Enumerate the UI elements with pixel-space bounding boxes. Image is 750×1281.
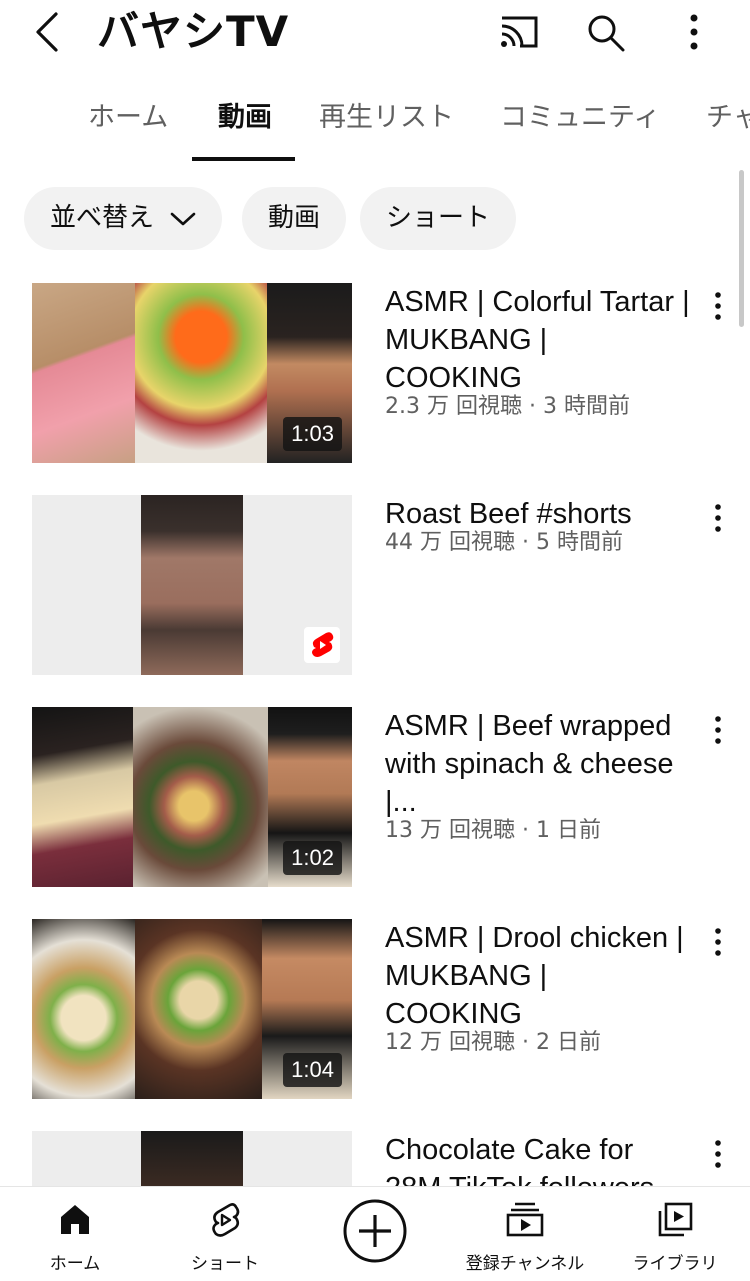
video-thumbnail[interactable]: 1:03 [32, 283, 352, 463]
tab-channels[interactable]: チャ [706, 100, 750, 136]
tab-home[interactable]: ホーム [88, 100, 168, 136]
shorts-icon [212, 1203, 240, 1237]
shorts-chip[interactable]: ショート [360, 187, 517, 250]
shorts-badge-icon [304, 627, 340, 663]
more-vert-icon[interactable] [706, 503, 730, 533]
nav-library[interactable]: ライブラリ [600, 1187, 750, 1281]
video-meta: 2.3 万 回視聴 · 3 時間前 [385, 394, 630, 419]
nav-library-label: ライブラリ [632, 1254, 718, 1274]
video-title[interactable]: ASMR | Drool chicken | MUKBANG | COOKING [385, 919, 690, 1033]
nav-subscriptions-label: 登録チャンネル [465, 1254, 585, 1274]
video-thumbnail[interactable]: 1:02 [32, 707, 352, 887]
nav-shorts[interactable]: ショート [150, 1187, 300, 1281]
create-icon [343, 1199, 407, 1263]
nav-shorts-label: ショート [191, 1254, 259, 1274]
duration-badge: 1:03 [283, 417, 342, 451]
video-title[interactable]: Roast Beef #shorts [385, 495, 690, 533]
back-arrow-icon[interactable] [28, 10, 68, 54]
subscriptions-icon [506, 1202, 544, 1237]
video-meta: 12 万 回視聴 · 2 日前 [385, 1030, 601, 1055]
duration-badge: 1:02 [283, 841, 342, 875]
nav-create[interactable] [300, 1187, 450, 1281]
video-item[interactable]: 1:02 ASMR | Beef wrapped with spinach & … [0, 707, 750, 897]
video-item[interactable]: 1:03 ASMR | Colorful Tartar | MUKBANG | … [0, 283, 750, 473]
sort-chip-label: 並べ替え [50, 203, 155, 233]
active-tab-indicator [192, 157, 295, 161]
tab-videos[interactable]: 動画 [218, 100, 272, 136]
video-item[interactable]: 1:04 ASMR | Drool chicken | MUKBANG | CO… [0, 919, 750, 1109]
library-icon [658, 1202, 693, 1237]
more-vert-icon[interactable] [706, 927, 730, 957]
bottom-navigation: ホーム ショート 登録チャンネル ライブラリ [0, 1186, 750, 1281]
chevron-down-icon [170, 212, 196, 225]
video-title[interactable]: ASMR | Beef wrapped with spinach & chees… [385, 707, 690, 821]
video-thumbnail[interactable]: 1:04 [32, 919, 352, 1099]
top-app-bar: バヤシTV [0, 0, 750, 70]
home-icon [61, 1205, 89, 1234]
nav-subscriptions[interactable]: 登録チャンネル [450, 1187, 600, 1281]
more-vert-icon[interactable] [706, 1139, 730, 1169]
nav-home-label: ホーム [49, 1254, 101, 1274]
video-meta: 44 万 回視聴 · 5 時間前 [385, 530, 623, 555]
more-vert-icon[interactable] [706, 715, 730, 745]
tab-playlists[interactable]: 再生リスト [319, 100, 454, 136]
more-vert-icon[interactable] [672, 12, 716, 52]
tab-community[interactable]: コミュニティ [500, 100, 660, 136]
sort-chip[interactable]: 並べ替え [24, 187, 223, 250]
video-title[interactable]: ASMR | Colorful Tartar | MUKBANG | COOKI… [385, 283, 690, 397]
video-item[interactable]: Roast Beef #shorts 44 万 回視聴 · 5 時間前 [0, 495, 750, 685]
nav-home[interactable]: ホーム [0, 1187, 150, 1281]
video-meta: 13 万 回視聴 · 1 日前 [385, 818, 601, 843]
search-icon[interactable] [584, 12, 628, 52]
cast-icon[interactable] [496, 12, 540, 52]
duration-badge: 1:04 [283, 1053, 342, 1087]
channel-tabs: ホーム 動画 再生リスト コミュニティ チャ [0, 86, 750, 164]
channel-title: バヤシTV [97, 7, 290, 56]
more-vert-icon[interactable] [706, 291, 730, 321]
videos-chip[interactable]: 動画 [242, 187, 347, 250]
video-thumbnail[interactable] [32, 495, 352, 675]
